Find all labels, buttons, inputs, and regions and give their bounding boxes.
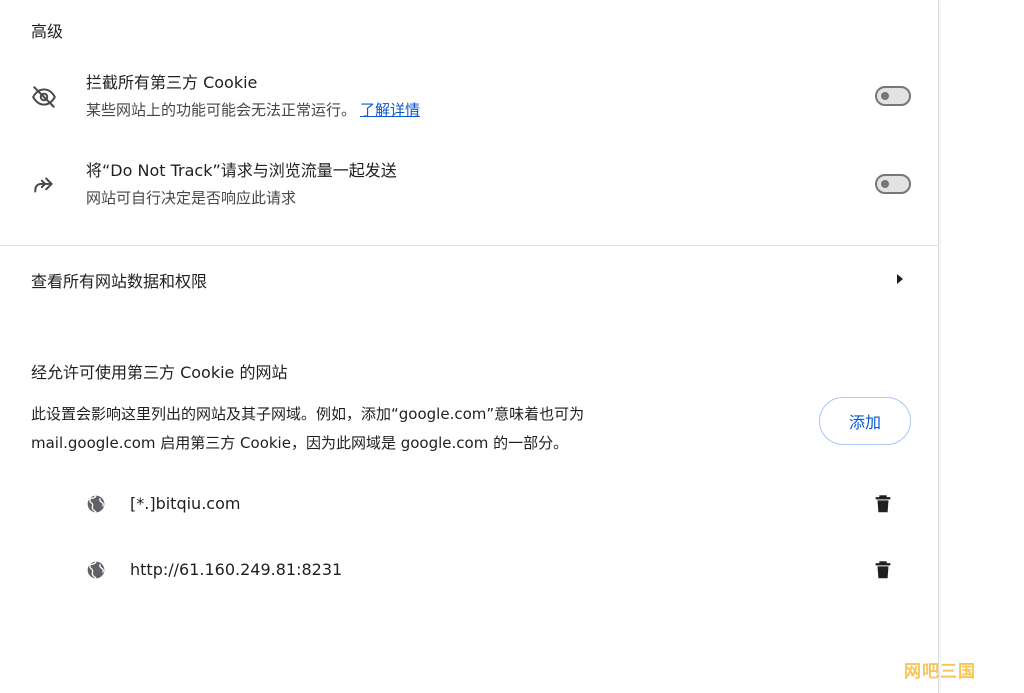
block-third-party-desc: 某些网站上的功能可能会无法正常运行。 了解详情 xyxy=(86,99,420,121)
trash-icon[interactable] xyxy=(872,559,894,581)
allowed-sites-description: 此设置会影响这里列出的网站及其子网域。例如，添加“google.com”意味着也… xyxy=(31,400,751,458)
do-not-track-label: 将“Do Not Track”请求与浏览流量一起发送 xyxy=(86,161,397,180)
do-not-track-toggle[interactable] xyxy=(875,174,911,194)
site-row: http://61.160.249.81:8231 xyxy=(0,538,939,604)
allowed-sites-desc-line2: mail.google.com 启用第三方 Cookie，因为此网域是 goog… xyxy=(31,434,569,452)
learn-more-link[interactable]: 了解详情 xyxy=(360,101,420,119)
section-title-allowed-sites: 经允许可使用第三方 Cookie 的网站 xyxy=(31,363,288,382)
eye-off-icon xyxy=(30,83,58,111)
view-all-sites-row[interactable]: 查看所有网站数据和权限 xyxy=(0,246,939,312)
chevron-right-icon xyxy=(897,274,903,284)
do-not-track-desc: 网站可自行决定是否响应此请求 xyxy=(86,189,297,207)
forward-arrow-icon xyxy=(30,171,58,199)
globe-icon xyxy=(87,495,105,513)
section-title-advanced: 高级 xyxy=(31,22,64,41)
settings-panel: 高级 拦截所有第三方 Cookie 某些网站上的功能可能会无法正常运行。 了解详情… xyxy=(0,0,939,693)
site-name: [*.]bitqiu.com xyxy=(130,494,241,513)
view-all-sites-label: 查看所有网站数据和权限 xyxy=(31,272,208,291)
add-site-button[interactable]: 添加 xyxy=(819,397,911,445)
globe-icon xyxy=(87,561,105,579)
block-third-party-toggle[interactable] xyxy=(875,86,911,106)
block-third-party-label: 拦截所有第三方 Cookie xyxy=(86,73,258,92)
allowed-sites-desc-line1: 此设置会影响这里列出的网站及其子网域。例如，添加“google.com”意味着也… xyxy=(31,405,585,423)
toggle-knob xyxy=(881,92,889,100)
watermark-logo: 网吧三国 xyxy=(904,662,976,682)
do-not-track-text: 将“Do Not Track”请求与浏览流量一起发送 网站可自行决定是否响应此请… xyxy=(86,160,397,209)
toggle-knob xyxy=(881,180,889,188)
site-row: [*.]bitqiu.com xyxy=(0,472,939,538)
block-third-party-desc-text: 某些网站上的功能可能会无法正常运行。 xyxy=(86,101,357,119)
block-third-party-text: 拦截所有第三方 Cookie 某些网站上的功能可能会无法正常运行。 了解详情 xyxy=(86,72,420,121)
trash-icon[interactable] xyxy=(872,493,894,515)
site-name: http://61.160.249.81:8231 xyxy=(130,560,343,579)
